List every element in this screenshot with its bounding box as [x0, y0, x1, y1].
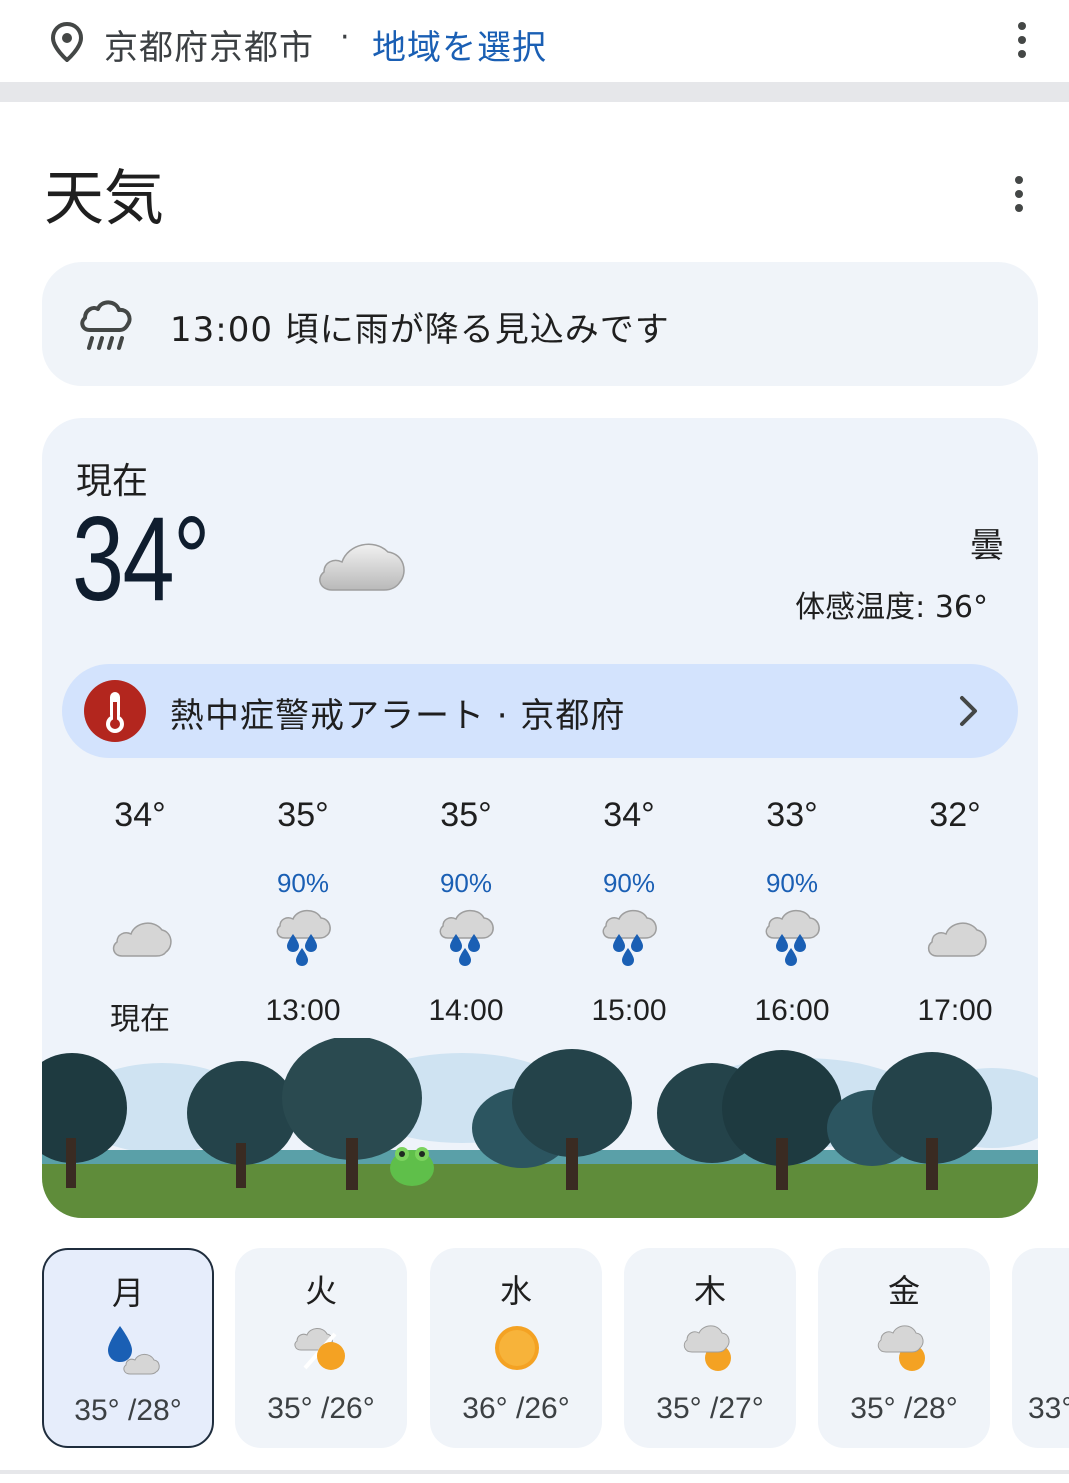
hourly-time: 13:00: [265, 994, 341, 1027]
hourly-time: 現在: [110, 1003, 170, 1036]
rain-notice-text: 13:00 頃に雨が降る見込みです: [170, 310, 670, 350]
daily-temperature-range: 35° /28°: [74, 1394, 182, 1427]
feels-like-temperature: 体感温度: 36°: [795, 590, 988, 625]
daily-item[interactable]: 金 35° /28°: [818, 1248, 990, 1448]
current-temperature: 34°: [72, 492, 210, 626]
weather-more-icon[interactable]: [1013, 174, 1025, 214]
hourly-item[interactable]: 35° 90% 14:00: [396, 786, 536, 1036]
hourly-time: 16:00: [754, 994, 830, 1027]
hourly-time: 15:00: [591, 994, 667, 1027]
daily-item[interactable]: 水 36° /26°: [430, 1248, 602, 1448]
cloud-sun-icon: [877, 1325, 925, 1371]
rain-icon: [602, 909, 657, 966]
daily-temperature-range: 35° /28°: [850, 1392, 958, 1425]
hourly-temperature: 32°: [929, 796, 981, 834]
daily-item[interactable]: 33°: [1012, 1248, 1069, 1448]
divider: [0, 82, 1069, 102]
bottom-divider: [0, 1470, 1069, 1474]
location-name: 京都府京都市: [104, 28, 314, 68]
cloud-sun-split-icon: [294, 1328, 345, 1370]
heat-alert-text: 熱中症警戒アラート · 京都府: [170, 696, 626, 736]
hourly-precipitation: 90%: [439, 868, 493, 898]
hourly-temperature: 34°: [603, 796, 655, 834]
daily-day-name: 金: [887, 1272, 920, 1310]
daily-temperature-range: 35° /26°: [267, 1392, 375, 1425]
rain-drop-cloud-icon: [108, 1326, 160, 1375]
hourly-time: 17:00: [917, 994, 993, 1027]
weather-scene-illustration: [42, 1038, 1038, 1218]
chevron-right-icon: [960, 696, 977, 726]
cloud-sun-icon: [683, 1325, 731, 1371]
daily-item[interactable]: 火 35° /26°: [235, 1248, 407, 1448]
daily-item[interactable]: 木 35° /27°: [624, 1248, 796, 1448]
daily-item[interactable]: 月 35° /28°: [42, 1248, 214, 1448]
location-separator: ·: [340, 20, 350, 55]
hourly-time: 14:00: [428, 994, 504, 1027]
hourly-temperature: 35°: [440, 796, 492, 834]
hourly-temperature: 35°: [277, 796, 329, 834]
hourly-precipitation: 90%: [602, 868, 656, 898]
hourly-item[interactable]: 34° 90% 15:00: [559, 786, 699, 1036]
page-title: 天気: [44, 164, 164, 234]
rain-cloud-icon: [80, 300, 132, 350]
hourly-item[interactable]: 33° 90% 16:00: [722, 786, 862, 1036]
hourly-item[interactable]: 32° 17:00: [885, 786, 1025, 1036]
cloud-icon: [112, 922, 172, 957]
hourly-temperature: 34°: [114, 796, 166, 834]
daily-temperature-range: 36° /26°: [462, 1392, 570, 1425]
heat-alert-banner[interactable]: 熱中症警戒アラート · 京都府: [62, 664, 1018, 758]
daily-day-name: 水: [499, 1272, 532, 1310]
daily-forecast: 月 35° /28° 火 35° /26° 水 36° /26° 木 35° /…: [42, 1248, 1069, 1448]
rain-icon: [765, 909, 820, 966]
daily-day-name: 月: [111, 1274, 144, 1312]
hourly-precipitation: 90%: [765, 868, 819, 898]
location-pin-icon: [50, 22, 84, 62]
current-weather-card[interactable]: 現在 34° 曇 体感温度: 36° 熱中症警戒アラート · 京都府 34° 現…: [42, 418, 1038, 1218]
hourly-precipitation: 90%: [276, 868, 330, 898]
daily-temperature-range: 33°: [1028, 1392, 1069, 1425]
rain-notice-card[interactable]: 13:00 頃に雨が降る見込みです: [42, 262, 1038, 386]
daily-temperature-range: 35° /27°: [656, 1392, 764, 1425]
hourly-forecast: 34° 現在 35° 90% 13:00 35° 90% 14:00 34° 9…: [42, 786, 1038, 1036]
daily-day-name: 木: [693, 1272, 726, 1310]
hourly-item[interactable]: 35° 90% 13:00: [233, 786, 373, 1036]
location-bar: 京都府京都市 · 地域を選択: [0, 0, 1069, 82]
hourly-item[interactable]: 34° 現在: [70, 786, 210, 1036]
location-more-icon[interactable]: [1016, 20, 1028, 60]
rain-icon: [439, 909, 494, 966]
hourly-temperature: 33°: [766, 796, 818, 834]
select-region-link[interactable]: 地域を選択: [372, 20, 547, 69]
current-condition: 曇: [970, 526, 1004, 566]
daily-day-name: 火: [304, 1272, 337, 1310]
cloud-icon: [319, 543, 405, 591]
cloud-icon: [927, 922, 987, 957]
thermometer-icon: [84, 680, 146, 742]
sun-icon: [495, 1326, 539, 1370]
rain-icon: [276, 909, 331, 966]
